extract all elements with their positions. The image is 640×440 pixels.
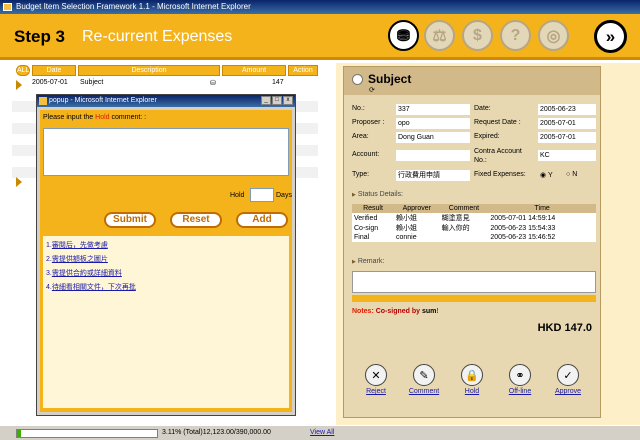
reject-button[interactable]: ✕ Reject	[358, 364, 394, 395]
approve-button[interactable]: ✓ Approve	[550, 364, 586, 395]
hold-comment-popup: popup - Microsoft Internet Explorer _ □ …	[36, 94, 296, 416]
coins-icon[interactable]: $	[462, 20, 493, 51]
fixed-expenses-label: Fixed Expenses:	[474, 171, 526, 178]
row-coins-icon: ⛁	[210, 80, 216, 87]
table-row: Verified 賴小姐 糊塗意見 2005-07-01 14:59:14	[352, 213, 596, 223]
status-col-result: Result	[352, 204, 394, 213]
proposer-value: opo	[396, 118, 470, 129]
comment-icon: ✎	[413, 364, 435, 386]
bank-icon[interactable]: ⛃	[388, 20, 419, 51]
comment-button[interactable]: ✎ Comment	[406, 364, 442, 395]
column-amount[interactable]: Amount	[222, 65, 286, 76]
expired-label: Expired:	[474, 133, 500, 140]
window-title: Budget Item Selection Framework 1.1 - Mi…	[16, 2, 251, 11]
comment-textarea[interactable]	[43, 128, 289, 176]
detail-pane: Subject ⟳ No.: 337 Date: 2005-06-23 Prop…	[336, 63, 640, 425]
check-icon: ✓	[557, 364, 579, 386]
type-label: Type:	[352, 171, 370, 178]
remark-input[interactable]	[352, 271, 596, 293]
preset-comment-link[interactable]: 4.待細看相關文件，下次再批	[46, 282, 136, 292]
reject-x-icon: ✕	[365, 364, 387, 386]
maximize-button[interactable]: □	[272, 96, 282, 105]
no-value: 337	[396, 104, 470, 115]
step-label: Step 3	[14, 27, 66, 46]
date-value: 2005-06-23	[538, 104, 596, 115]
card-header: Subject ⟳	[344, 67, 600, 95]
close-button[interactable]: x	[283, 96, 293, 105]
view-all-link[interactable]: View All	[310, 429, 334, 436]
budget-progress-text: 3.11% (Total)12,123.00/390,000.00	[162, 429, 271, 436]
subject-title: Subject	[368, 72, 412, 86]
window-title-bar: Budget Item Selection Framework 1.1 - Mi…	[0, 0, 640, 14]
table-row: Co-sign 賴小姐 輸入你的 2005-06-23 15:54:33	[352, 223, 596, 233]
offline-icon: ⚭	[509, 364, 531, 386]
detail-card: Subject ⟳ No.: 337 Date: 2005-06-23 Prop…	[343, 66, 601, 418]
area-label: Area:	[352, 133, 369, 140]
column-date[interactable]: Date	[32, 65, 76, 76]
popup-title: popup - Microsoft Internet Explorer	[49, 97, 157, 104]
status-col-time: Time	[488, 204, 596, 213]
type-value: 行政費用申請	[396, 170, 470, 181]
date-label: Date:	[474, 105, 491, 112]
double-chevron-right-icon[interactable]: »	[594, 20, 627, 53]
fixed-no-radio[interactable]: ○ N	[566, 171, 577, 178]
preset-comment-list: 1.審閱后，先做考慮 2.需提供額板之圖片 3.需提供合約或詳細資料 4.待細看…	[43, 236, 289, 408]
divider-bar	[352, 295, 596, 302]
page-header: Step 3 Re-current Expenses ⛃ ⚖ $ ? ◎ »	[0, 14, 640, 60]
status-table: Result Approver Comment Time Verified 賴小姐…	[352, 204, 596, 242]
search-globe-icon[interactable]: ◎	[538, 20, 569, 51]
page-title: Re-current Expenses	[82, 28, 233, 45]
account-value	[396, 150, 470, 161]
status-col-comment: Comment	[439, 204, 489, 213]
table-row: Final connie 2005-06-23 15:46:52	[352, 233, 596, 242]
scale-icon[interactable]: ⚖	[424, 20, 455, 51]
status-bar: 3.11% (Total)12,123.00/390,000.00 View A…	[0, 425, 640, 440]
add-button[interactable]: Add	[236, 212, 288, 228]
popup-title-bar: popup - Microsoft Internet Explorer _ □ …	[37, 95, 295, 107]
row-description: Subject	[80, 79, 104, 86]
preset-comment-link[interactable]: 2.需提供額板之圖片	[46, 254, 108, 264]
contra-account-label: Contra Account No.:	[474, 148, 522, 164]
select-all-button[interactable]: ALL	[16, 65, 30, 76]
help-icon[interactable]: ?	[500, 20, 531, 51]
preset-comment-link[interactable]: 3.需提供合約或詳細資料	[46, 268, 122, 278]
area-value: Dong Guan	[396, 132, 470, 143]
account-label: Account:	[352, 151, 380, 158]
column-action[interactable]: Action	[288, 65, 318, 76]
fixed-yes-radio[interactable]: ◉ Y	[540, 171, 553, 179]
row-arrow-icon	[16, 80, 22, 90]
total-amount: HKD 147.0	[537, 322, 592, 334]
request-date-label: Request Date :	[474, 119, 521, 126]
notes-text: Notes: Co-signed by sum!	[352, 308, 439, 315]
submit-button[interactable]: Submit	[104, 212, 156, 228]
remark-title: Remark:	[352, 258, 384, 265]
column-description[interactable]: Description	[78, 65, 220, 76]
request-date-value: 2005-07-01	[538, 118, 596, 129]
hold-days-input[interactable]	[250, 188, 274, 202]
budget-progress-bar	[16, 429, 158, 438]
contra-account-value: KC	[538, 150, 596, 161]
popup-body: Please input the Hold comment: : Hold Da…	[40, 110, 292, 412]
select-radio[interactable]	[352, 74, 363, 85]
hold-label: Hold	[230, 192, 245, 199]
row-arrow-icon	[16, 177, 22, 187]
reset-button[interactable]: Reset	[170, 212, 222, 228]
row-date: 2005-07-01	[32, 79, 68, 86]
offline-button[interactable]: ⚭ Off-line	[502, 364, 538, 395]
status-details-title: Status Details:	[352, 191, 403, 198]
no-label: No.:	[352, 105, 365, 112]
days-label: Days	[276, 192, 292, 199]
preset-comment-link[interactable]: 1.審閱后，先做考慮	[46, 240, 108, 250]
hold-button[interactable]: 🔒 Hold	[454, 364, 490, 395]
minimize-button[interactable]: _	[261, 96, 271, 105]
comment-prompt: Please input the Hold comment: :	[43, 114, 147, 121]
row-amount: 147	[272, 79, 284, 86]
ie-icon	[3, 3, 12, 11]
ie-icon	[39, 97, 47, 105]
proposer-label: Proposer :	[352, 119, 385, 126]
refresh-icon[interactable]: ⟳	[369, 86, 375, 94]
status-col-approver: Approver	[393, 204, 440, 213]
expired-value: 2005-07-01	[538, 132, 596, 143]
lock-icon: 🔒	[461, 364, 483, 386]
